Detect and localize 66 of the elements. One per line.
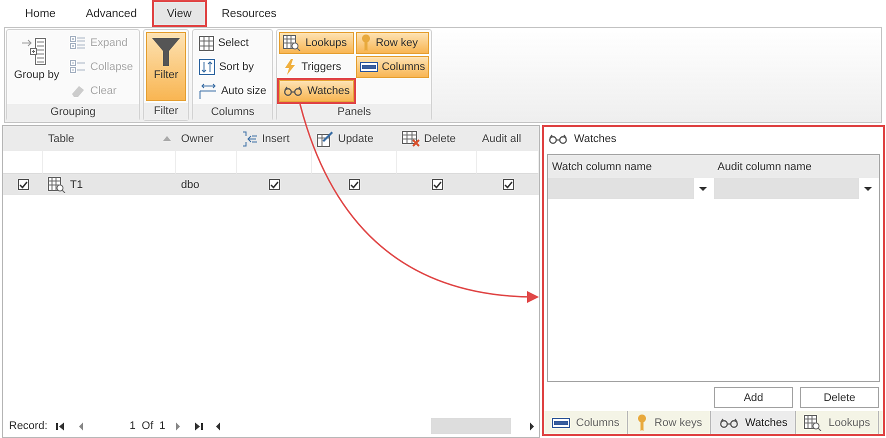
ribbon-tab[interactable]: View: [152, 0, 207, 27]
ribbon-tab[interactable]: Home: [10, 0, 71, 27]
glasses-icon: [283, 86, 304, 96]
ribbon-button[interactable]: Columns: [356, 56, 430, 78]
ribbon-button[interactable]: Filter: [146, 32, 186, 101]
key-icon: [360, 34, 372, 52]
ribbon-button[interactable]: Watches: [279, 80, 354, 102]
table-search-icon: [283, 35, 302, 51]
panel-button[interactable]: Add: [714, 387, 793, 408]
ribbon-button[interactable]: Lookups: [279, 32, 354, 54]
checkbox[interactable]: [269, 179, 280, 190]
record-count: 1: [159, 420, 166, 432]
panel-tab[interactable]: Watches: [711, 411, 796, 434]
ribbon-tab[interactable]: Resources: [206, 0, 292, 27]
group-label: Grouping: [7, 104, 140, 121]
table-search-icon: [48, 176, 66, 192]
checkbox[interactable]: [432, 179, 442, 190]
ribbon-button[interactable]: Auto size: [195, 80, 270, 102]
ribbon-button[interactable]: Sort by: [195, 56, 270, 78]
key-icon: [636, 414, 648, 432]
group-label: Panels: [277, 104, 432, 121]
column-header[interactable]: Insert: [237, 126, 312, 151]
group-label: Columns: [193, 104, 272, 121]
scrollbar-thumb[interactable]: [431, 418, 511, 434]
glasses-icon: [719, 418, 740, 428]
glasses-icon: [548, 134, 568, 144]
table-search-icon: [804, 414, 822, 430]
column-header[interactable]: Watch column name: [548, 155, 714, 178]
record-label: Record:: [9, 420, 48, 432]
sort-icon: [199, 59, 216, 75]
panel-tab[interactable]: Lookups: [796, 411, 880, 434]
column-bar-icon: [360, 62, 378, 72]
column-header[interactable]: Audit column name: [714, 155, 879, 178]
collapse-icon: [70, 60, 86, 74]
of-label: Of: [142, 420, 154, 432]
column-header[interactable]: Owner: [176, 126, 237, 151]
ribbon-button[interactable]: Row key: [356, 32, 430, 54]
sort-arrow-icon: [163, 136, 171, 141]
funnel-icon: [151, 37, 182, 67]
pencil-table-icon: [317, 130, 334, 146]
table-cell: dbo: [176, 174, 237, 195]
ribbon-tab[interactable]: Advanced: [70, 0, 152, 27]
group-label: Filter: [144, 103, 188, 120]
checkbox[interactable]: [18, 179, 28, 190]
eraser-icon: [70, 84, 86, 98]
grid-icon: [199, 36, 214, 50]
ribbon-button[interactable]: Select: [195, 32, 270, 54]
expand-icon: [70, 36, 86, 50]
checkbox[interactable]: [502, 179, 514, 190]
column-header[interactable]: Delete: [397, 126, 477, 151]
panel-title: Watches: [574, 133, 616, 145]
record-number: 1: [130, 420, 136, 432]
table-delete-icon: [402, 130, 420, 146]
auto-size-icon: [199, 83, 218, 99]
column-header[interactable]: Table: [43, 126, 176, 151]
table-cell: T1: [43, 174, 176, 195]
ribbon-button[interactable]: Group by: [9, 32, 64, 102]
checkbox[interactable]: [349, 179, 360, 190]
column-bar-icon: [552, 418, 570, 428]
ribbon-button[interactable]: Triggers: [279, 56, 354, 78]
panel-button[interactable]: Delete: [800, 387, 879, 408]
lightning-icon: [283, 59, 298, 75]
column-header[interactable]: Update: [312, 126, 397, 151]
panel-tab[interactable]: Columns: [544, 411, 628, 434]
insert-icon: [242, 130, 258, 146]
column-header[interactable]: Audit all: [477, 126, 539, 151]
